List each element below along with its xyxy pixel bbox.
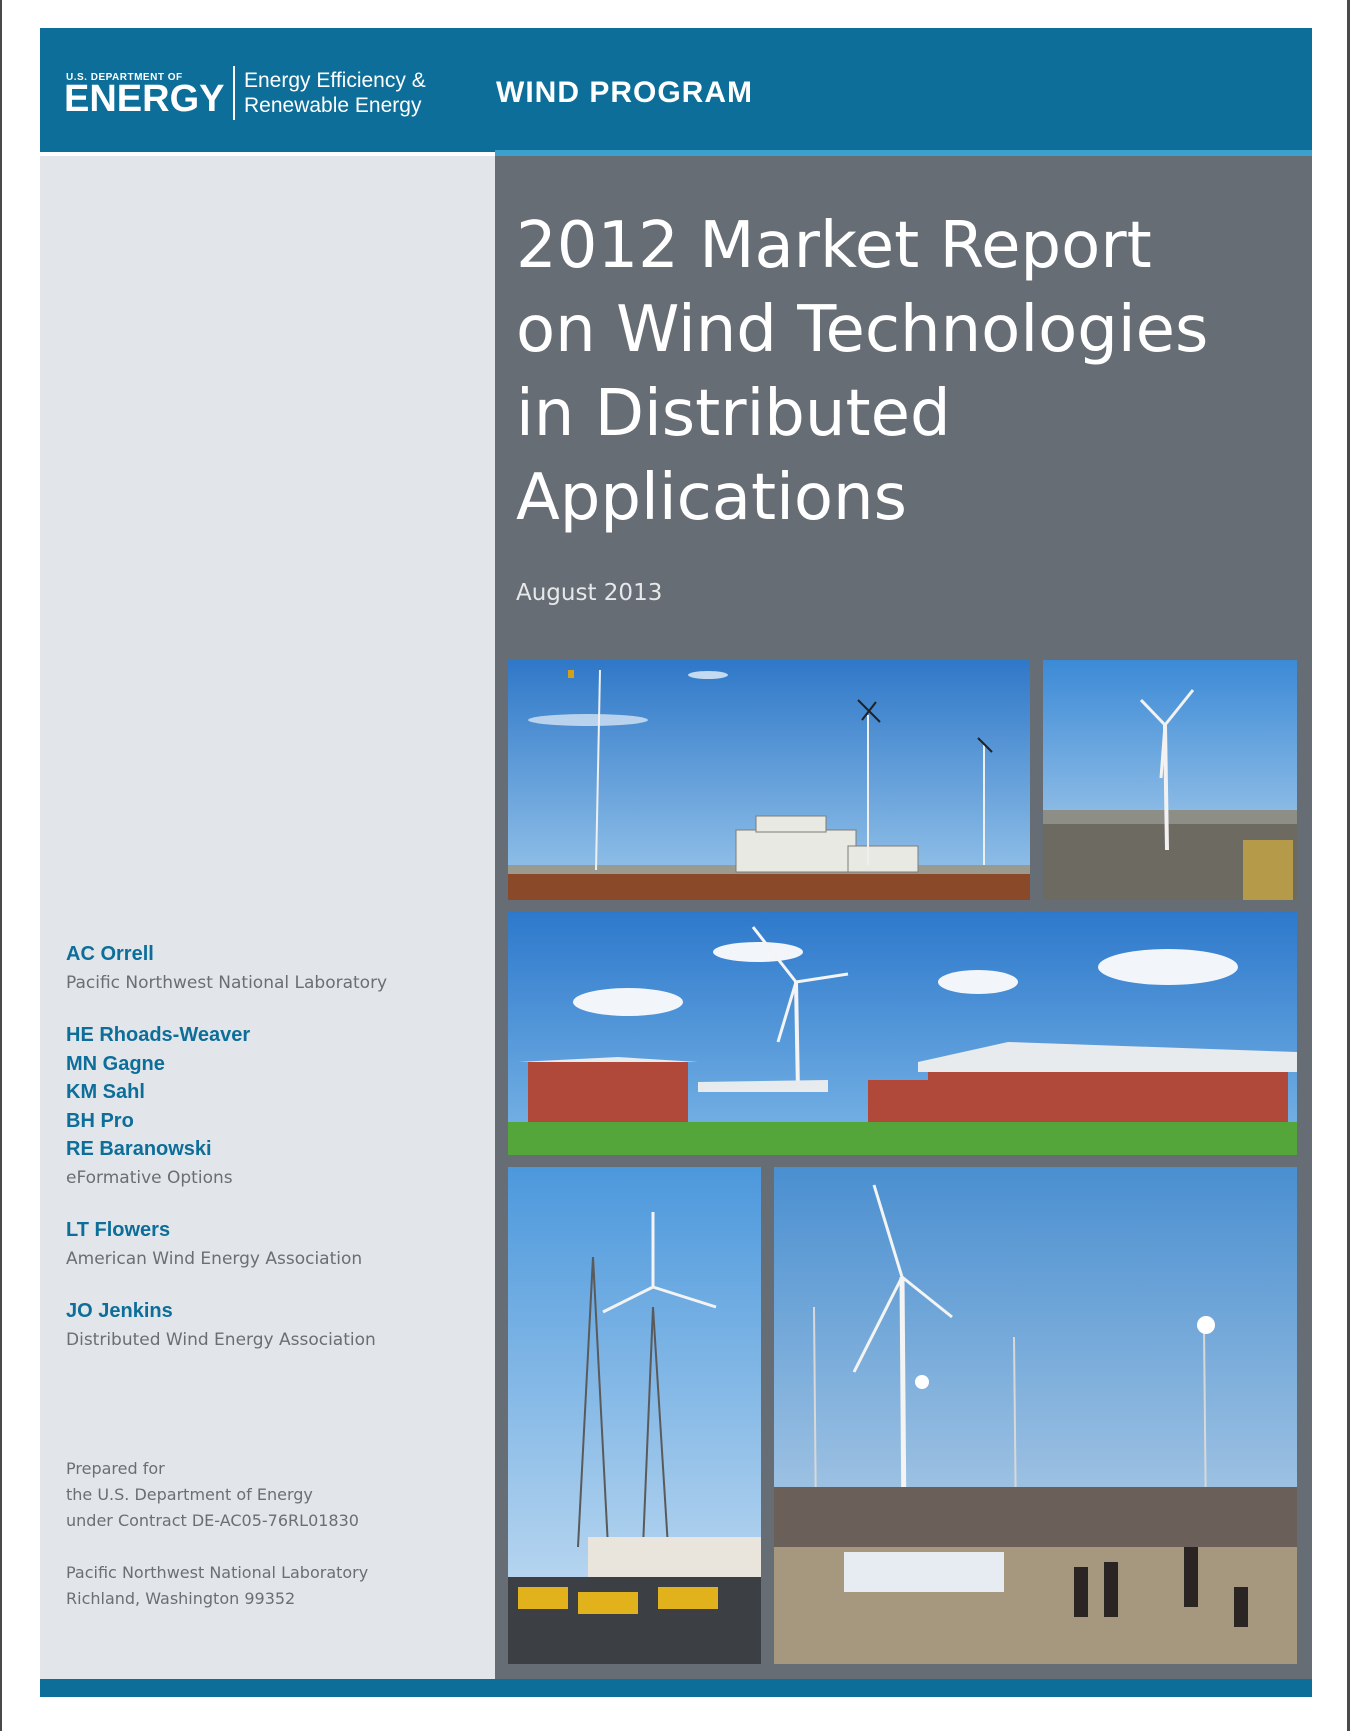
publication-date: August 2013	[516, 580, 663, 606]
author-organization: American Wind Energy Association	[66, 1248, 363, 1269]
author-name: LT Flowers	[66, 1219, 171, 1241]
report-title-line: in Distributed	[516, 377, 951, 451]
author-group: LT Flowers American Wind Energy Associat…	[66, 1216, 486, 1273]
office-name-line-1: Energy Efficiency &	[244, 69, 426, 92]
report-title: 2012 Market Report on Wind Technologies …	[516, 204, 1296, 540]
report-title-line: Applications	[516, 461, 907, 535]
program-name: WIND PROGRAM	[496, 76, 753, 109]
prepared-line: the U.S. Department of Energy	[66, 1485, 313, 1504]
author-name: MN Gagne	[66, 1052, 165, 1075]
left-panel	[40, 156, 495, 1679]
lab-line: Pacific Northwest National Laboratory	[66, 1563, 369, 1582]
report-title-line: on Wind Technologies	[516, 293, 1209, 367]
office-name: Energy Efficiency & Renewable Energy	[244, 68, 426, 118]
author-organization: Distributed Wind Energy Association	[66, 1329, 376, 1350]
author-organization: Pacific Northwest National Laboratory	[66, 972, 388, 993]
author-name: RE Baranowski	[66, 1138, 212, 1160]
photo-small-turbines-campus	[508, 660, 1030, 900]
page-border-left	[0, 0, 2, 1731]
author-group: JO Jenkins Distributed Wind Energy Assoc…	[66, 1297, 486, 1354]
author-name: BH Pro	[66, 1109, 134, 1132]
author-name: JO Jenkins	[66, 1300, 173, 1322]
author-name: KM Sahl	[66, 1081, 145, 1103]
report-title-line: 2012 Market Report	[516, 209, 1152, 283]
office-name-line-2: Renewable Energy	[244, 94, 422, 117]
doe-logo-wordmark: ENERGY	[64, 78, 225, 120]
lab-line: Richland, Washington 99352	[66, 1589, 296, 1608]
photo-turbine-industrial-site	[1043, 660, 1297, 900]
prepared-line: Prepared for	[66, 1459, 165, 1478]
author-list: AC Orrell Pacific Northwest National Lab…	[66, 940, 486, 1378]
author-organization: eFormative Options	[66, 1167, 233, 1188]
photo-turbine-cell-tower-buses	[508, 1167, 761, 1664]
author-group: AC Orrell Pacific Northwest National Lab…	[66, 940, 486, 997]
author-name: HE Rhoads-Weaver	[66, 1024, 251, 1046]
photo-turbine-football-stadium	[774, 1167, 1297, 1664]
photo-turbine-brick-buildings	[508, 912, 1297, 1155]
prepared-spacer	[66, 1534, 486, 1560]
footer-bar	[40, 1679, 1312, 1697]
logo-divider	[233, 66, 235, 120]
author-group: HE Rhoads-Weaver MN Gagne KM Sahl BH Pro…	[66, 1021, 486, 1192]
prepared-line: under Contract DE-AC05-76RL01830	[66, 1511, 359, 1530]
author-name: AC Orrell	[66, 943, 154, 965]
prepared-for-block: Prepared for the U.S. Department of Ener…	[66, 1456, 486, 1612]
